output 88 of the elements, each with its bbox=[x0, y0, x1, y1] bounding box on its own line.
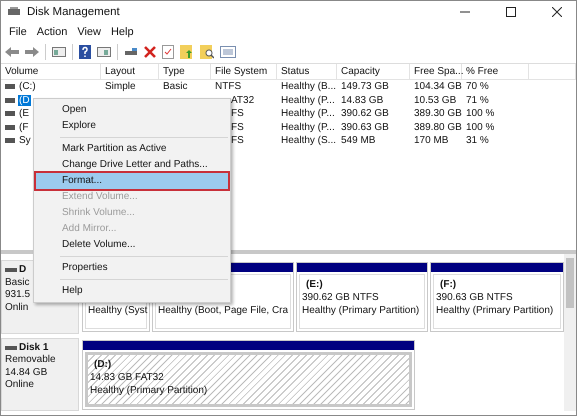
partition-size: 14.83 GB FAT32 bbox=[90, 372, 164, 382]
partition-size: 390.63 GB NTFS bbox=[436, 292, 513, 303]
partition-label: (E:) bbox=[305, 279, 323, 290]
table-cell: 71 % bbox=[466, 94, 489, 106]
partition-status: Healthy (Boot, Page File, Cra bbox=[158, 305, 288, 316]
checklist-icon[interactable] bbox=[162, 45, 174, 59]
panel-icon[interactable] bbox=[52, 46, 66, 58]
context-menu-item[interactable]: Mark Partition as Active bbox=[36, 141, 228, 157]
menu-item[interactable]: Help bbox=[106, 26, 139, 38]
table-cell: 389.80 GB bbox=[414, 122, 462, 133]
column-header[interactable]: % Free bbox=[462, 64, 529, 79]
drive-label[interactable]: (D bbox=[18, 94, 31, 106]
delete-icon[interactable] bbox=[144, 46, 156, 58]
partition-status: Healthy (Primary Partition) bbox=[302, 305, 420, 316]
folder-up-icon[interactable] bbox=[180, 45, 194, 59]
table-cell: AT32 bbox=[231, 94, 254, 106]
table-cell: 70 % bbox=[466, 81, 489, 92]
disk-status: Online bbox=[5, 379, 35, 392]
context-menu-item[interactable]: Change Drive Letter and Paths... bbox=[36, 157, 228, 173]
table-cell: 104.34 GB bbox=[414, 81, 462, 92]
column-header[interactable]: Capacity bbox=[337, 64, 410, 79]
table-cell: 389.30 GB bbox=[414, 108, 462, 120]
drive-icon[interactable] bbox=[124, 46, 138, 58]
table-cell: 31 % bbox=[466, 135, 489, 146]
partition-block[interactable]: (D:) 14.83 GB FAT32 Healthy (Primary Partition) bbox=[82, 340, 415, 410]
table-cell: Basic bbox=[163, 81, 188, 92]
disk-name: D bbox=[19, 264, 26, 276]
context-menu-item[interactable]: Delete Volume... bbox=[36, 237, 228, 253]
table-cell: Healthy (P... bbox=[281, 108, 335, 120]
maximize-button[interactable] bbox=[506, 7, 516, 17]
column-header[interactable]: Layout bbox=[101, 64, 159, 79]
table-cell: FS bbox=[231, 122, 244, 133]
list-icon[interactable] bbox=[220, 46, 236, 58]
table-cell: 170 MB bbox=[414, 135, 448, 146]
disk-type: Basic bbox=[5, 276, 30, 289]
partition-size: 390.62 GB NTFS bbox=[302, 292, 379, 303]
menu-item[interactable]: View bbox=[72, 26, 106, 38]
table-cell: FS bbox=[231, 108, 244, 120]
context-menu-item[interactable]: Format... bbox=[36, 173, 228, 189]
drive-label[interactable]: (F bbox=[18, 122, 30, 133]
table-cell: 10.53 GB bbox=[414, 94, 456, 106]
table-cell: Simple bbox=[105, 81, 136, 92]
table-cell: NTFS bbox=[215, 81, 242, 92]
window-title: Disk Management bbox=[27, 6, 120, 18]
disk-type: Removable bbox=[5, 354, 57, 366]
drive-label[interactable]: (E bbox=[18, 108, 30, 120]
partition-label: (D:) bbox=[93, 358, 112, 370]
partition-block[interactable]: (F:) 390.63 GB NTFS Healthy (Primary Partition) bbox=[430, 262, 564, 332]
context-menu-item[interactable]: Help bbox=[36, 283, 228, 299]
back-arrow-icon[interactable] bbox=[5, 46, 19, 58]
table-cell: 100 % bbox=[466, 108, 494, 120]
table-cell: Healthy (P... bbox=[281, 122, 335, 133]
table-cell: 14.83 GB bbox=[341, 94, 384, 106]
drive-label[interactable]: Sy bbox=[18, 135, 32, 146]
help-icon[interactable] bbox=[79, 45, 91, 59]
table-cell: 390.63 GB bbox=[341, 122, 389, 133]
table-cell: 549 MB bbox=[341, 135, 376, 146]
column-header[interactable]: Status bbox=[277, 64, 337, 79]
table-cell: FS bbox=[231, 135, 244, 146]
disk-size: 14.84 GB bbox=[5, 366, 48, 379]
disk-name: Disk 1 bbox=[19, 342, 48, 354]
column-header[interactable]: Volume bbox=[1, 64, 101, 79]
context-menu-item[interactable]: Open bbox=[36, 102, 228, 118]
column-header[interactable]: File System bbox=[211, 64, 277, 79]
disk-status: Onlin bbox=[5, 302, 30, 314]
partition-block[interactable]: (E:) 390.62 GB NTFS Healthy (Primary Partition) bbox=[296, 262, 428, 332]
partition-label: (F:) bbox=[439, 279, 456, 290]
forward-arrow-icon[interactable] bbox=[25, 46, 39, 58]
column-header[interactable]: Free Spa... bbox=[410, 64, 462, 79]
scrollbar[interactable] bbox=[564, 254, 576, 411]
partition-status: Healthy (Syst bbox=[88, 305, 148, 316]
partition-status: Healthy (Primary Partition) bbox=[436, 305, 554, 316]
partition-status: Healthy (Primary Partition) bbox=[90, 384, 208, 396]
table-cell: 149.73 GB bbox=[341, 81, 389, 92]
table-cell: 100 % bbox=[466, 122, 494, 133]
table-cell: Healthy (B... bbox=[281, 81, 336, 92]
column-header[interactable]: Type bbox=[159, 64, 211, 79]
table-cell: Healthy (S... bbox=[281, 135, 336, 146]
close-button[interactable] bbox=[552, 7, 562, 17]
menu-item[interactable]: File bbox=[4, 26, 32, 38]
folder-search-icon[interactable] bbox=[200, 45, 214, 59]
context-menu-item[interactable]: Explore bbox=[36, 118, 228, 134]
context-menu-item[interactable]: Properties bbox=[36, 260, 228, 276]
menu-item[interactable]: Action bbox=[32, 26, 72, 38]
panel-icon[interactable] bbox=[97, 46, 111, 58]
drive-label[interactable]: (C:) bbox=[18, 81, 37, 92]
table-cell: 390.62 GB bbox=[341, 108, 389, 120]
table-cell: Healthy (P... bbox=[281, 94, 335, 106]
